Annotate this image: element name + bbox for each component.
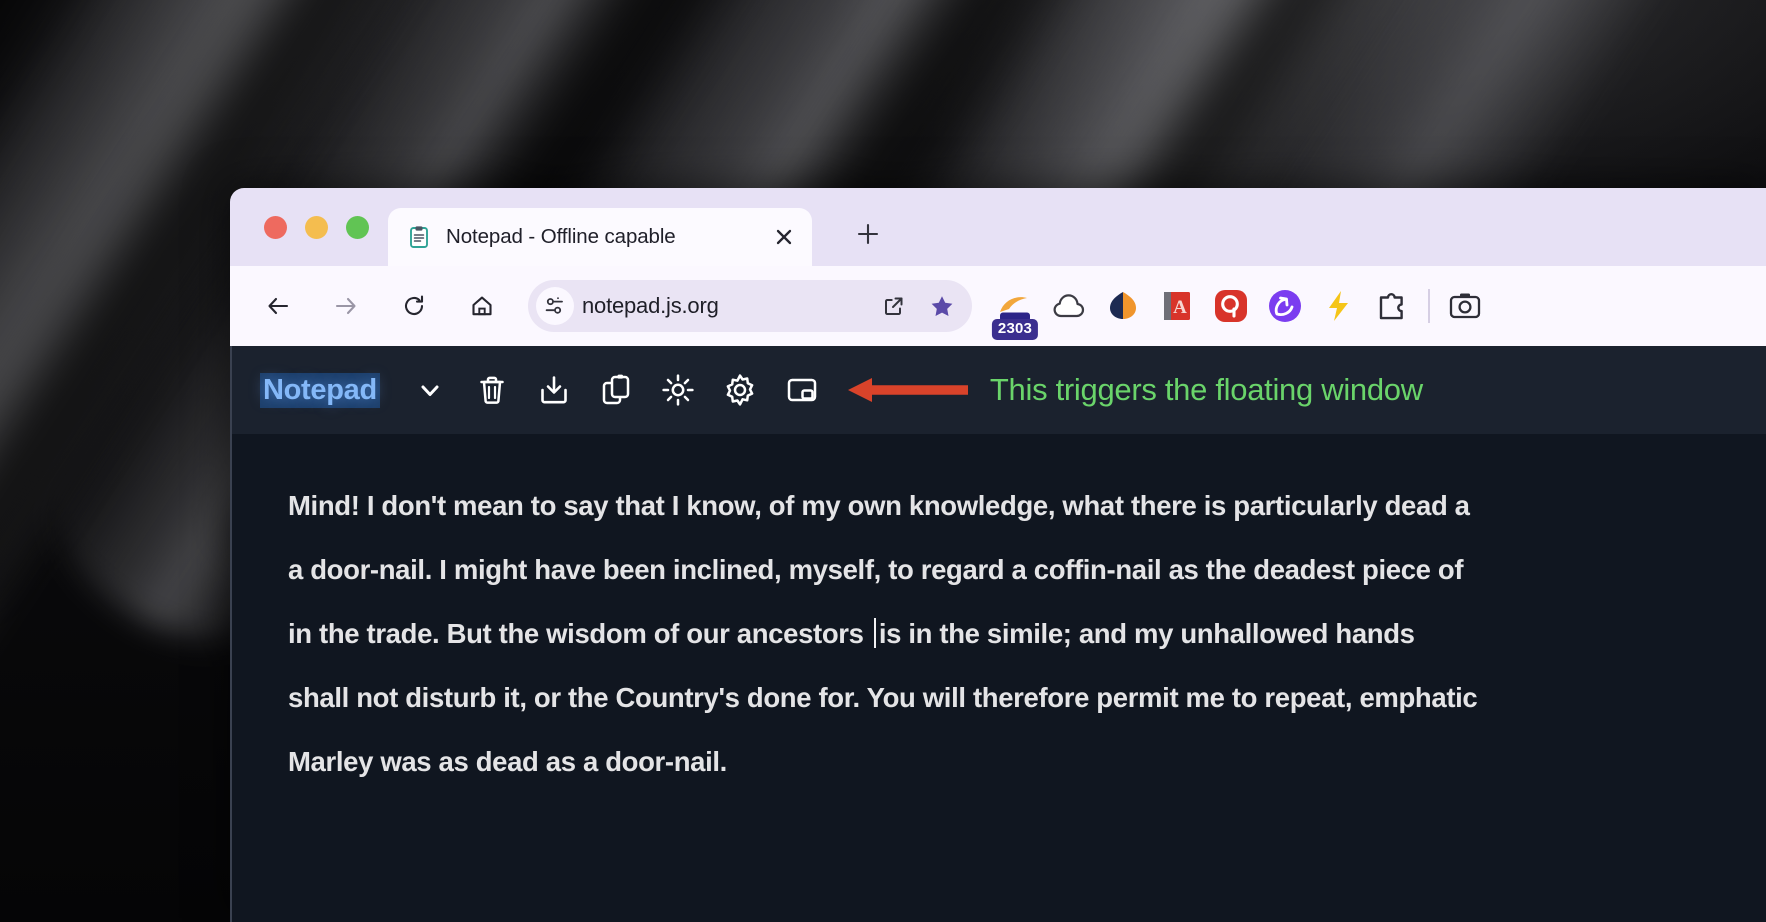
ext-honey[interactable] xyxy=(1212,287,1250,325)
ext-lightning[interactable] xyxy=(1320,287,1358,325)
notepad-toolbar: Notepad This triggers the floating windo… xyxy=(230,346,1766,434)
close-tab-button[interactable] xyxy=(770,223,798,251)
editor-line-text: in the trade. But the wisdom of our ance… xyxy=(288,618,871,649)
editor-line: Marley was as dead as a door-nail. xyxy=(288,730,1766,794)
ext-dictionary[interactable]: A xyxy=(1158,287,1196,325)
tab-strip: Notepad - Offline capable xyxy=(230,188,1766,266)
back-arrow-icon[interactable] xyxy=(252,280,304,332)
menu-chevron-button[interactable] xyxy=(402,362,458,418)
share-open-icon[interactable] xyxy=(874,286,914,326)
editor-line-text: shall not disturb it, or the Country's d… xyxy=(288,682,1478,713)
maximize-window-button[interactable] xyxy=(346,216,369,239)
minimize-window-button[interactable] xyxy=(305,216,328,239)
window-controls xyxy=(264,216,369,239)
annotation-text: This triggers the floating window xyxy=(989,372,1423,407)
forward-arrow-icon[interactable] xyxy=(320,280,372,332)
close-window-button[interactable] xyxy=(264,216,287,239)
download-icon[interactable] xyxy=(526,362,582,418)
toolbar-divider xyxy=(1428,289,1430,323)
left-arrow-annotation xyxy=(847,373,968,407)
address-bar[interactable]: notepad.js.org xyxy=(528,280,972,332)
star-icon[interactable] xyxy=(922,286,962,326)
sun-icon[interactable] xyxy=(650,362,706,418)
gear-icon[interactable] xyxy=(712,362,768,418)
site-settings-icon[interactable] xyxy=(536,287,574,325)
trash-icon[interactable] xyxy=(464,362,520,418)
url-text[interactable]: notepad.js.org xyxy=(582,293,866,319)
editor-line: shall not disturb it, or the Country's d… xyxy=(288,666,1766,730)
browser-toolbar: notepad.js.org 2303 A xyxy=(230,266,1766,346)
ext-grammarly[interactable]: 2303 xyxy=(991,287,1039,340)
svg-text:A: A xyxy=(1173,297,1187,318)
copy-clipboard-icon[interactable] xyxy=(588,362,644,418)
editor-line: in the trade. But the wisdom of our ance… xyxy=(288,602,1766,666)
editor-line-text: Marley was as dead as a door-nail. xyxy=(288,746,727,777)
ext-cloud[interactable] xyxy=(1050,287,1088,325)
app-brand-label: Notepad xyxy=(260,372,380,408)
camera-icon[interactable] xyxy=(1446,287,1484,325)
ext-flame[interactable] xyxy=(1104,287,1142,325)
ext-badge-count: 2303 xyxy=(991,319,1039,340)
clipboard-icon xyxy=(406,224,432,250)
browser-window: Notepad - Offline capable notepad.js.org… xyxy=(230,188,1766,922)
editor-line-text: a door-nail. I might have been inclined,… xyxy=(288,554,1464,585)
browser-tab[interactable]: Notepad - Offline capable xyxy=(388,208,812,266)
editor-line-text: is in the simile; and my unhallowed hand… xyxy=(878,618,1415,649)
tab-title: Notepad - Offline capable xyxy=(446,225,676,248)
home-icon[interactable] xyxy=(456,280,508,332)
reload-icon[interactable] xyxy=(388,280,440,332)
text-caret xyxy=(873,618,876,648)
new-tab-button[interactable] xyxy=(846,212,890,256)
notepad-editor[interactable]: Mind! I don't mean to say that I know, o… xyxy=(230,434,1766,922)
editor-line: Mind! I don't mean to say that I know, o… xyxy=(288,474,1766,538)
editor-line-text: Mind! I don't mean to say that I know, o… xyxy=(288,490,1470,521)
editor-line: a door-nail. I might have been inclined,… xyxy=(288,538,1766,602)
picture-in-picture-icon[interactable] xyxy=(774,362,830,418)
ext-purple-arrow[interactable] xyxy=(1266,287,1304,325)
extensions-row: 2303 A xyxy=(991,287,1412,340)
ext-puzzle[interactable] xyxy=(1374,287,1412,325)
